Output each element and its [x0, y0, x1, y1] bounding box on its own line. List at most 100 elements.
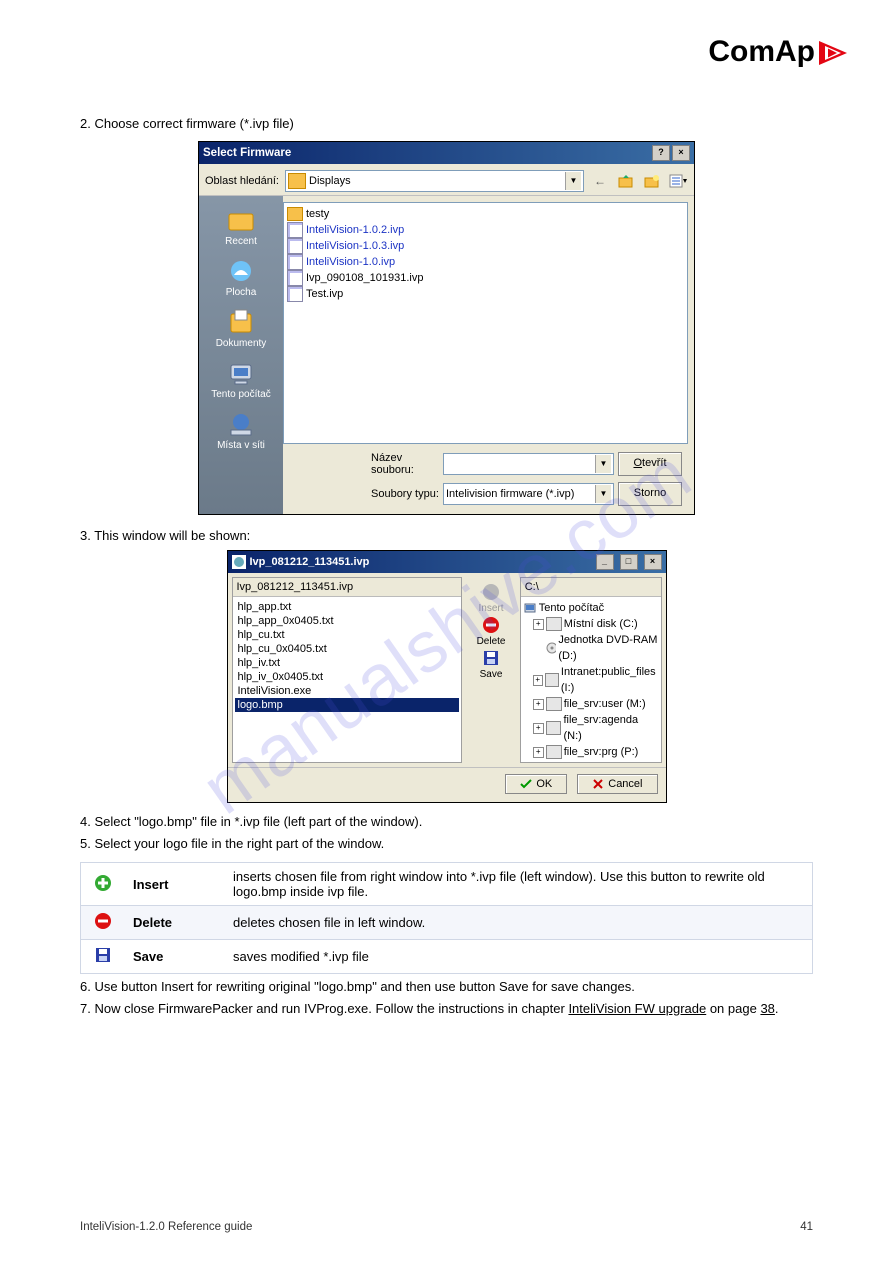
file-item: testy [287, 206, 684, 222]
folder-icon [288, 173, 306, 189]
new-folder-icon[interactable] [642, 171, 662, 191]
drive-icon [546, 721, 562, 735]
places-computer[interactable]: Tento počítač [199, 355, 283, 404]
tree-node[interactable]: +file_srv:agenda (N:) [523, 712, 659, 744]
list-item[interactable]: InteliVision.exe [235, 684, 460, 698]
maximize-button[interactable]: □ [620, 554, 638, 570]
drive-icon [546, 745, 562, 759]
select-firmware-dialog: Select Firmware ? × Oblast hledání: Disp… [198, 141, 695, 515]
app-icon [232, 555, 246, 569]
save-icon [482, 649, 500, 667]
file-item: InteliVision-1.0.ivp [287, 254, 684, 270]
delete-icon [81, 906, 126, 940]
places-network[interactable]: Místa v síti [199, 406, 283, 455]
file-icon [287, 238, 303, 254]
open-button[interactable]: OOtevříttevřít [618, 452, 682, 476]
ok-button[interactable]: OK [505, 774, 567, 794]
drive-icon [546, 697, 562, 711]
delete-button[interactable]: Delete [477, 636, 506, 647]
insert-icon [482, 583, 500, 601]
ivp-contents-panel: Ivp_081212_113451.ivp hlp_app.txt hlp_ap… [232, 577, 463, 763]
drive-icon [545, 673, 559, 687]
insert-icon [81, 863, 126, 906]
file-icon [287, 222, 303, 238]
save-button[interactable]: Save [480, 669, 503, 680]
list-item[interactable]: hlp_cu.txt [235, 628, 460, 642]
filetype-combo[interactable]: Intelivision firmware (*.ivp)▼ [443, 483, 614, 505]
up-folder-icon[interactable] [616, 171, 636, 191]
tree-node[interactable]: +file_srv:user (M:) [523, 696, 659, 712]
file-icon [287, 254, 303, 270]
folder-icon [287, 207, 303, 221]
minimize-button[interactable]: _ [596, 554, 614, 570]
places-desktop[interactable]: Plocha [199, 253, 283, 302]
filetype-label: Soubory typu: [371, 488, 439, 500]
drive-icon [546, 617, 562, 631]
tree-node[interactable]: Tento počítač [523, 600, 659, 616]
tree-node[interactable]: Jednotka DVD-RAM (D:) [523, 632, 659, 664]
dialog-titlebar: Select Firmware ? × [199, 142, 694, 164]
close-button[interactable]: × [644, 554, 662, 570]
list-item[interactable]: hlp_app.txt [235, 600, 460, 614]
step-3: 3. This window will be shown: [80, 527, 813, 545]
step-2: 2. Choose correct firmware (*.ivp file) [80, 115, 813, 133]
table-row: Save saves modified *.ivp file [81, 940, 813, 974]
chevron-down-icon[interactable]: ▼ [565, 172, 581, 190]
lookin-combo[interactable]: Displays ▼ [285, 170, 584, 192]
cancel-button[interactable]: Storno [618, 482, 682, 506]
panel-header: C:\ [521, 578, 661, 597]
delete-icon [482, 616, 500, 634]
tree-node[interactable]: +Intranet:public_files (I:) [523, 664, 659, 696]
filesystem-tree[interactable]: Tento počítač +Místní disk (C:) Jednotka… [521, 597, 661, 762]
step-6: 6. Use button Insert for rewriting origi… [80, 978, 813, 996]
lookin-label: Oblast hledání: [205, 175, 279, 187]
legend-desc: saves modified *.ivp file [225, 940, 813, 974]
list-item[interactable]: hlp_iv_0x0405.txt [235, 670, 460, 684]
chevron-down-icon[interactable]: ▼ [595, 455, 611, 473]
list-item-selected[interactable]: logo.bmp [235, 698, 460, 712]
chevron-down-icon[interactable]: ▼ [595, 485, 611, 503]
file-icon [287, 270, 303, 286]
close-button[interactable]: × [672, 145, 690, 161]
insert-button[interactable]: Insert [479, 603, 504, 614]
tree-node[interactable]: +Místní disk (C:) [523, 616, 659, 632]
view-menu-icon[interactable] [668, 171, 688, 191]
file-list[interactable]: testy InteliVision-1.0.2.ivp InteliVisio… [283, 202, 688, 444]
file-item: Ivp_090108_101931.ivp [287, 270, 684, 286]
step-4: 4. Select "logo.bmp" file in *.ivp file … [80, 813, 813, 831]
file-icon [287, 286, 303, 302]
legend-desc: deletes chosen file in left window. [225, 906, 813, 940]
panel-header: Ivp_081212_113451.ivp [233, 578, 462, 597]
filename-label: Název souboru: [371, 452, 439, 476]
table-row: Delete deletes chosen file in left windo… [81, 906, 813, 940]
back-icon[interactable]: ← [590, 171, 610, 191]
dialog-title: Ivp_081212_113451.ivp [250, 556, 370, 568]
step-5: 5. Select your logo file in the right pa… [80, 835, 813, 853]
link-fw-upgrade[interactable]: InteliVision FW upgrade [568, 1001, 706, 1016]
list-item[interactable]: hlp_cu_0x0405.txt [235, 642, 460, 656]
legend-label: Save [125, 940, 225, 974]
places-documents[interactable]: Dokumenty [199, 304, 283, 353]
step-7: 7. Now close FirmwarePacker and run IVPr… [80, 1000, 813, 1018]
dialog-titlebar: Ivp_081212_113451.ivp _ □ × [228, 551, 666, 573]
file-item: Test.ivp [287, 286, 684, 302]
tree-node[interactable]: +file_srv:prg (P:) [523, 744, 659, 760]
table-row: Insert inserts chosen file from right wi… [81, 863, 813, 906]
legend-table: Insert inserts chosen file from right wi… [80, 862, 813, 974]
dialog-title: Select Firmware [203, 147, 291, 159]
list-item[interactable]: hlp_app_0x0405.txt [235, 614, 460, 628]
ivp-editor-dialog: Ivp_081212_113451.ivp _ □ × Ivp_081212_1… [227, 550, 667, 803]
ivp-file-list[interactable]: hlp_app.txt hlp_app_0x0405.txt hlp_cu.tx… [233, 597, 462, 762]
places-recent[interactable]: Recent [199, 202, 283, 251]
places-bar: Recent Plocha Dokumenty Tento počítač Mí… [199, 196, 283, 514]
filename-input[interactable]: ▼ [443, 453, 614, 475]
brand-logo: ComAp [708, 35, 851, 69]
legend-desc: inserts chosen file from right window in… [225, 863, 813, 906]
action-buttons: Insert Delete Save [466, 577, 515, 763]
help-button[interactable]: ? [652, 145, 670, 161]
list-item[interactable]: hlp_iv.txt [235, 656, 460, 670]
link-page[interactable]: 38 [760, 1001, 774, 1016]
cancel-button[interactable]: Cancel [577, 774, 657, 794]
file-item: InteliVision-1.0.3.ivp [287, 238, 684, 254]
footer-page-number: 41 [800, 1221, 813, 1233]
